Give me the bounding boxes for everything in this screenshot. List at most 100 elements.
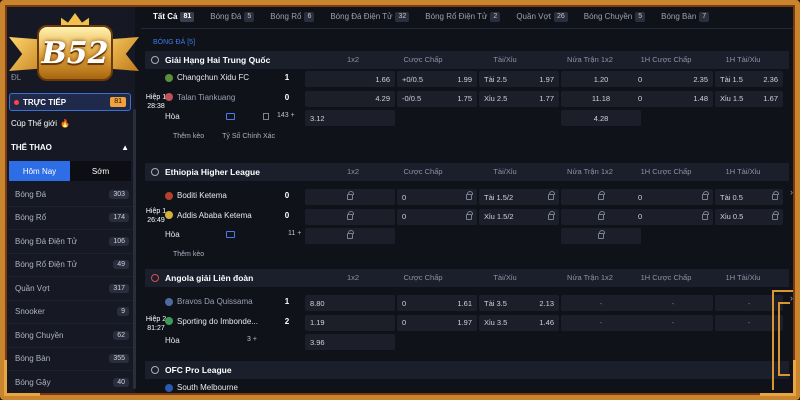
- odds-1x2-home-locked: [305, 189, 395, 205]
- tab-table-tennis[interactable]: Bóng Bàn 7: [661, 11, 710, 22]
- sidebar-item-label: Bóng Đá: [15, 189, 47, 199]
- tab-football[interactable]: Bóng Đá 5: [210, 11, 255, 22]
- team-crest-icon: [165, 297, 173, 306]
- odds-line: Tài 1.5/2: [484, 192, 514, 202]
- odds-half-1x2-home[interactable]: 1.20: [561, 71, 641, 87]
- odds-under-away[interactable]: Xỉu 3.5 1.46: [479, 314, 559, 331]
- tab-today[interactable]: Hôm Nay: [9, 161, 70, 181]
- sidebar-live-button[interactable]: TRỰC TIẾP 81: [9, 93, 131, 111]
- bookmark-icon[interactable]: [263, 113, 269, 120]
- sports-header-label: THỂ THAO: [11, 143, 52, 152]
- odds-under-away[interactable]: Xỉu 2.5 1.77: [479, 90, 559, 107]
- odds-1h-handicap-home[interactable]: 0 2.35: [633, 71, 713, 87]
- odds-1x2-home[interactable]: 8.80: [305, 295, 395, 311]
- league-header[interactable]: OFC Pro League: [145, 361, 789, 379]
- tab-basketball[interactable]: Bóng Rổ 6: [270, 11, 315, 22]
- sidebar-item-label: Bóng Rổ: [15, 213, 47, 223]
- team-crest-icon: [165, 383, 173, 392]
- odds-1x2-away[interactable]: 1.19: [305, 314, 395, 331]
- sidebar-world-cup-link[interactable]: Cúp Thế giới 🔥: [11, 119, 70, 128]
- odds-half-1x2-away-locked: [561, 208, 641, 225]
- more-markets-count[interactable]: 11 +: [288, 230, 301, 237]
- col-1h-handicap: 1H Cược Chấp: [640, 55, 692, 64]
- odds-1x2-draw-locked: [305, 228, 395, 244]
- sidebar-item-label: Bóng Đá Điện Tử: [15, 236, 78, 246]
- sidebar-scrollbar[interactable]: [133, 109, 136, 389]
- chevron-right-icon[interactable]: ›: [790, 187, 793, 197]
- team-name: Bravos Da Quissama: [177, 297, 253, 306]
- correct-score-link[interactable]: Tỷ Số Chính Xác: [222, 133, 275, 140]
- tab-e-football[interactable]: Bóng Đá Điện Tử 32: [330, 11, 410, 22]
- odds-handicap-away[interactable]: 0 1.97: [397, 314, 477, 331]
- chevron-up-icon: ▲: [121, 143, 129, 152]
- sidebar-item-snooker[interactable]: Snooker 9: [5, 301, 135, 324]
- odds-1h-handicap-away[interactable]: 0 1.48: [633, 90, 713, 107]
- league-header[interactable]: Angola giải Liên đoàn 1x2 Cược Chấp Tài/…: [145, 269, 789, 287]
- sidebar-item-e-football[interactable]: Bóng Đá Điện Tử 106: [5, 230, 135, 254]
- live-tv-icon[interactable]: [226, 113, 235, 120]
- league-block: Angola giải Liên đoàn 1x2 Cược Chấp Tài/…: [145, 269, 793, 353]
- odds-1x2-home[interactable]: 1.66: [305, 71, 395, 87]
- home-score: 1: [284, 297, 290, 306]
- league-header[interactable]: Giải Hạng Hai Trung Quốc 1x2 Cược Chấp T…: [145, 51, 789, 69]
- tab-early[interactable]: Sớm: [70, 161, 131, 181]
- sidebar-item-tennis[interactable]: Quần Vợt 317: [5, 277, 135, 301]
- live-tv-icon[interactable]: [226, 231, 235, 238]
- more-bets-link[interactable]: Thêm kèo: [173, 133, 204, 140]
- odds-handicap-home[interactable]: 0 1.61: [397, 295, 477, 311]
- sidebar-item-label: Bóng Chuyền: [15, 330, 64, 340]
- sidebar-item-basketball[interactable]: Bóng Rổ 174: [5, 207, 135, 230]
- odds-half-1x2-draw[interactable]: 4.28: [561, 110, 641, 126]
- odds-half-1x2-home-empty: -: [561, 295, 641, 311]
- tab-count: 2: [490, 11, 501, 22]
- empty-dash: -: [747, 298, 751, 308]
- odds-value: 2.13: [539, 298, 554, 308]
- sidebar-item-e-basketball[interactable]: Bóng Rổ Điện Tử 49: [5, 254, 135, 277]
- odds-value: 1.20: [593, 74, 609, 84]
- tab-label: Bóng Đá Điện Tử: [330, 12, 393, 21]
- odds-1h-under-away[interactable]: Xỉu 1.5 1.67: [715, 90, 783, 107]
- league-flag-icon: [151, 56, 159, 64]
- sidebar-item-volleyball[interactable]: Bóng Chuyền 62: [5, 324, 135, 348]
- sidebar-item-baseball[interactable]: Bóng Gậy 40: [5, 371, 135, 395]
- sidebar-item-count: 174: [109, 213, 129, 223]
- odds-line: Tài 0.5: [720, 192, 743, 202]
- sidebar-item-football[interactable]: Bóng Đá 303: [5, 183, 135, 207]
- col-half-1x2: Nửa Trận 1x2: [567, 273, 613, 282]
- odds-handicap-home[interactable]: +0/0.5 1.99: [397, 71, 477, 87]
- odds-value: 1.77: [539, 94, 554, 103]
- odds-line: 0: [402, 298, 407, 308]
- table-row: Bravos Da Quissama 1 8.80 0 1.61 Tài 3.5 2…: [145, 293, 793, 313]
- col-1h-over-under: 1H Tài/Xỉu: [725, 273, 761, 282]
- sidebar-item-table-tennis[interactable]: Bóng Bàn 355: [5, 348, 135, 371]
- tab-volleyball[interactable]: Bóng Chuyền 5: [584, 11, 646, 22]
- odds-over-home-locked: Tài 1.5/2: [479, 189, 559, 205]
- more-bets-link[interactable]: Thêm kèo: [173, 251, 204, 258]
- team-crest-icon: [165, 191, 173, 200]
- sidebar-item-count: 303: [109, 189, 129, 199]
- tab-all[interactable]: Tất Cả 81: [153, 11, 195, 22]
- sport-list: Bóng Đá 303 Bóng Rổ 174 Bóng Đá Điện Tử 106…: [5, 183, 135, 395]
- odds-1x2-draw[interactable]: 3.12: [305, 110, 395, 126]
- empty-dash: -: [671, 318, 675, 327]
- league-name: Giải Hạng Hai Trung Quốc: [165, 55, 271, 65]
- more-markets-count[interactable]: 143 +: [277, 112, 295, 119]
- odds-line: 0: [402, 192, 407, 202]
- odds-half-1x2-away[interactable]: 11.18: [561, 90, 641, 107]
- league-header[interactable]: Ethiopia Higher League 1x2 Cược Chấp Tài…: [145, 163, 789, 181]
- odds-1x2-away[interactable]: 4.29: [305, 90, 395, 107]
- sport-filter-tabs: Tất Cả 81 Bóng Đá 5 Bóng Rổ 6 Bóng Đá Điện …: [141, 5, 795, 29]
- away-score: 0: [284, 92, 290, 102]
- odds-1x2-draw[interactable]: 3.96: [305, 334, 395, 350]
- more-markets-count[interactable]: 3 +: [247, 336, 257, 343]
- odds-line: 0: [638, 94, 643, 103]
- sports-section-header[interactable]: THỂ THAO ▲: [11, 143, 129, 152]
- tab-tennis[interactable]: Quần Vợt 26: [516, 11, 568, 22]
- odds-over-home[interactable]: Tài 2.5 1.97: [479, 71, 559, 87]
- odds-handicap-away[interactable]: -0/0.5 1.75: [397, 90, 477, 107]
- col-1h-over-under: 1H Tài/Xỉu: [725, 55, 761, 64]
- odds-over-home[interactable]: Tài 3.5 2.13: [479, 295, 559, 311]
- odds-1h-handicap-away-locked: 0: [633, 208, 713, 225]
- tab-e-basketball[interactable]: Bóng Rổ Điện Tử 2: [425, 11, 501, 22]
- odds-1h-over-home[interactable]: Tài 1.5 2.36: [715, 71, 783, 87]
